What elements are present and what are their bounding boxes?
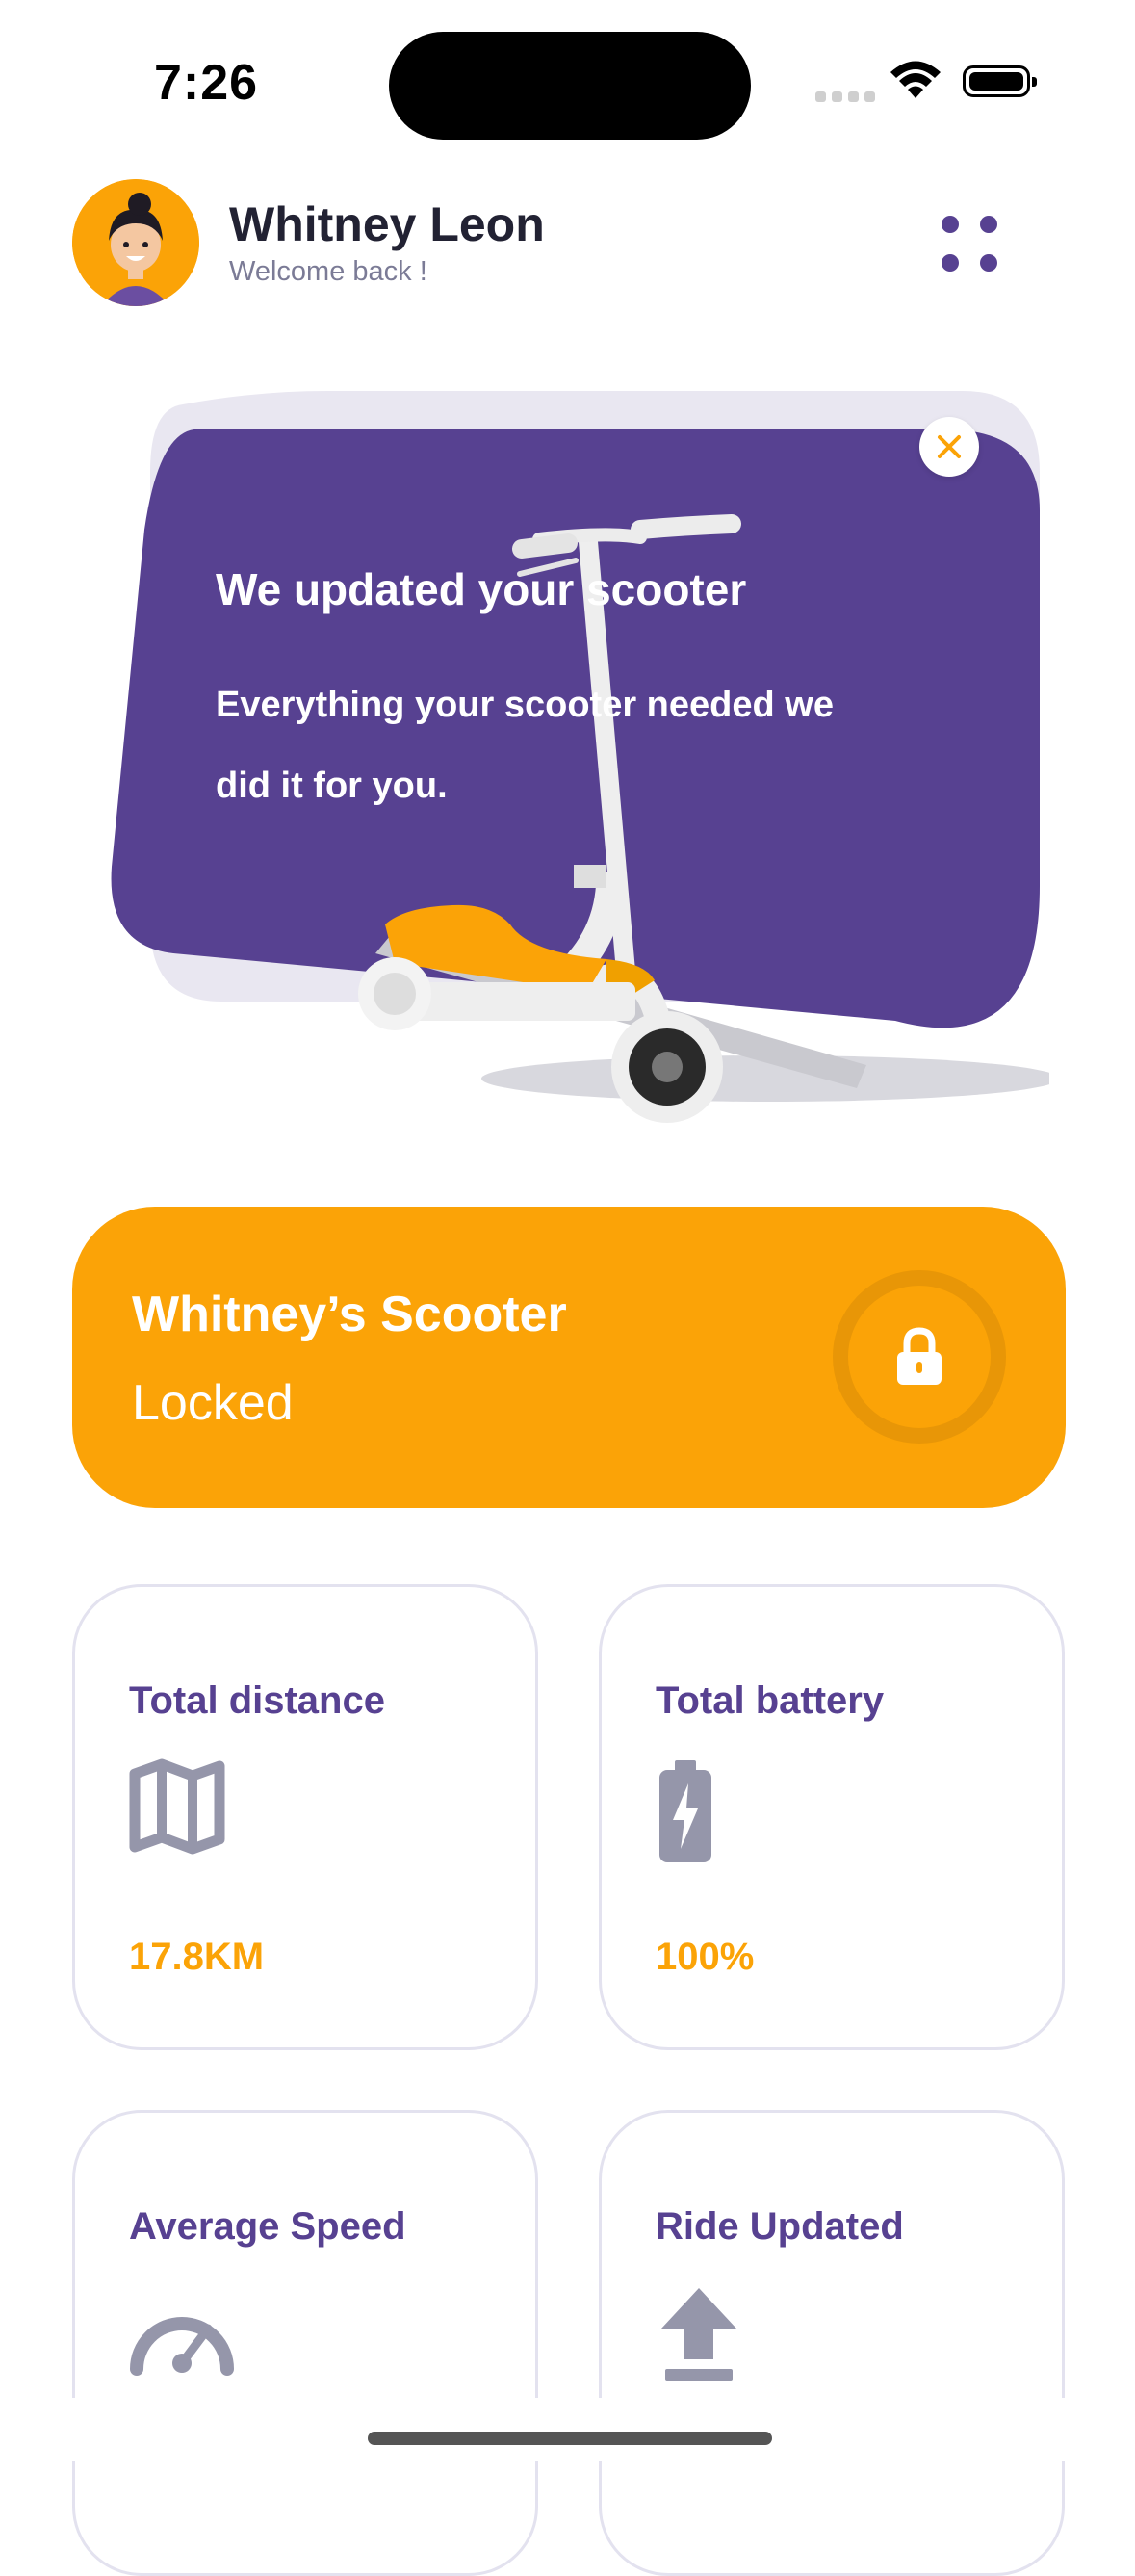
battery-status-icon	[963, 65, 1037, 97]
status-time: 7:26	[154, 55, 259, 111]
stat-card-total-distance[interactable]: Total distance 17.8KM	[72, 1584, 538, 2050]
user-name: Whitney Leon	[229, 197, 545, 251]
home-indicator[interactable]	[368, 2432, 772, 2445]
dynamic-island	[389, 32, 751, 140]
menu-dot-icon	[942, 254, 959, 272]
map-icon	[129, 1758, 225, 1860]
cellular-signal-icon	[815, 90, 881, 107]
upload-icon	[656, 2284, 742, 2395]
stat-card-average-speed[interactable]: Average Speed	[72, 2110, 538, 2576]
lock-toggle-button[interactable]	[833, 1270, 1006, 1444]
welcome-text: Welcome back !	[229, 256, 427, 287]
stat-title: Total distance	[129, 1679, 385, 1722]
banner-body: Everything your scooter needed we did it…	[216, 685, 834, 806]
menu-grid-button[interactable]	[942, 212, 1001, 272]
scooter-status: Locked	[132, 1375, 294, 1431]
stat-title: Average Speed	[129, 2205, 406, 2248]
speedometer-icon	[129, 2284, 235, 2395]
menu-dot-icon	[980, 254, 997, 272]
stat-value: 17.8KM	[129, 1936, 265, 1978]
banner-title: We updated your scooter	[216, 564, 747, 614]
close-icon	[938, 435, 961, 458]
lock-icon	[897, 1327, 942, 1385]
menu-dot-icon	[980, 216, 997, 233]
stat-title: Total battery	[656, 1679, 885, 1722]
stat-value: 100%	[656, 1936, 755, 1978]
battery-charging-icon	[656, 1758, 713, 1869]
stat-card-ride-updated[interactable]: Ride Updated	[599, 2110, 1065, 2576]
stat-title: Ride Updated	[656, 2205, 904, 2248]
close-banner-button[interactable]	[919, 417, 979, 477]
avatar[interactable]	[72, 179, 199, 306]
scooter-lock-card[interactable]: Whitney’s Scooter Locked	[72, 1207, 1066, 1508]
stat-card-total-battery[interactable]: Total battery 100%	[599, 1584, 1065, 2050]
bottom-safe-area	[0, 2398, 1135, 2461]
menu-dot-icon	[942, 216, 959, 233]
scooter-name: Whitney’s Scooter	[132, 1287, 567, 1342]
wifi-icon	[890, 60, 942, 105]
